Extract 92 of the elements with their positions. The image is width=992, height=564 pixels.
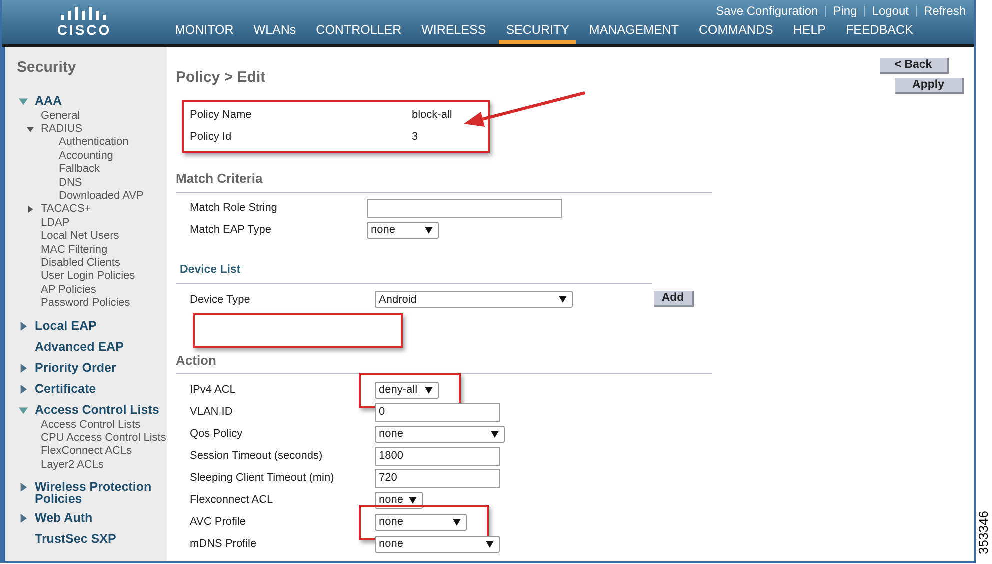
caret-down-icon xyxy=(453,518,461,526)
header-link[interactable]: Ping xyxy=(833,2,858,20)
sidebar-item[interactable]: Wireless Protection Policies xyxy=(35,480,167,506)
dropdown[interactable]: none xyxy=(375,536,500,553)
input-field[interactable]: 720 xyxy=(375,468,500,488)
sidebar-item[interactable]: Access Control Lists xyxy=(35,402,160,416)
section-heading: Action xyxy=(176,352,218,370)
field-label: IPv4 ACL xyxy=(190,383,237,398)
caret-right-icon[interactable] xyxy=(19,514,28,524)
caret-down-icon xyxy=(425,227,433,234)
nav-tab[interactable]: MONITOR xyxy=(168,23,241,44)
sidebar-item[interactable]: Layer2 ACLs xyxy=(41,458,104,472)
sidebar-item[interactable]: Disabled Clients xyxy=(41,256,120,270)
sidebar-item[interactable]: Downloaded AVP xyxy=(59,190,144,204)
page-title: Policy > Edit xyxy=(176,68,266,88)
dropdown[interactable]: none xyxy=(375,426,505,443)
caret-down-icon[interactable] xyxy=(19,406,28,415)
field-label: AVC Profile xyxy=(190,515,248,530)
field-label: Device Type xyxy=(190,292,252,308)
sidebar-item[interactable]: User Login Policies xyxy=(41,270,136,284)
caret-down-icon xyxy=(559,296,567,304)
sidebar-item[interactable]: Local EAP xyxy=(35,318,97,332)
caret-down-icon xyxy=(409,496,417,504)
add-button[interactable]: Add xyxy=(654,290,694,306)
sidebar-item[interactable]: Priority Order xyxy=(35,360,116,374)
caret-right-icon[interactable] xyxy=(19,364,28,373)
logo-text: CISCO xyxy=(57,22,112,38)
field-label: VLAN ID xyxy=(190,405,234,420)
nav-tab[interactable]: WLANs xyxy=(246,23,304,44)
nav-tab[interactable]: COMMANDS xyxy=(692,23,780,44)
dropdown[interactable]: deny-all xyxy=(375,382,439,399)
input-field[interactable] xyxy=(367,199,562,218)
caret-right-icon[interactable] xyxy=(27,206,34,214)
sidebar-item[interactable]: AP Policies xyxy=(41,284,96,298)
dropdown[interactable]: none xyxy=(367,222,439,239)
nav-tab[interactable]: FEEDBACK xyxy=(838,23,920,44)
header-link[interactable]: Refresh xyxy=(924,2,966,20)
caret-right-icon[interactable] xyxy=(19,322,28,331)
field-label: Session Timeout (seconds) xyxy=(190,449,324,464)
dropdown[interactable]: none xyxy=(375,514,467,531)
back-button[interactable]: < Back xyxy=(880,58,949,74)
caret-down-icon xyxy=(491,430,499,438)
field-label: Qos Policy xyxy=(190,427,244,442)
caret-down-icon[interactable] xyxy=(19,96,28,106)
sidebar-item[interactable]: Password Policies xyxy=(41,297,130,311)
sidebar-item[interactable]: General xyxy=(41,110,80,123)
field-label: mDNS Profile xyxy=(190,537,258,552)
nav-tab[interactable]: MANAGEMENT xyxy=(582,23,686,44)
dropdown[interactable]: Android xyxy=(375,291,573,308)
figure-number: 353346 xyxy=(975,510,992,554)
header-link[interactable]: Logout xyxy=(872,2,909,20)
section-heading: Match Criteria xyxy=(176,170,264,188)
field-label: Policy Id xyxy=(190,130,233,145)
input-field[interactable]: 1800 xyxy=(375,446,500,466)
apply-button[interactable]: Apply xyxy=(895,78,964,94)
sidebar-item[interactable]: Advanced EAP xyxy=(35,340,124,353)
sidebar-item[interactable]: Access Control Lists xyxy=(41,418,141,432)
sidebar-item[interactable]: Accounting xyxy=(59,150,114,164)
field-label: Match EAP Type xyxy=(190,223,273,238)
input-field[interactable]: 0 xyxy=(375,402,500,422)
caret-right-icon[interactable] xyxy=(19,483,28,492)
sidebar-title: Security xyxy=(16,58,78,78)
nav-tab[interactable]: HELP xyxy=(786,23,833,44)
field-label: Sleeping Client Timeout (min) xyxy=(190,471,336,486)
field-value: 3 xyxy=(412,130,418,145)
nav-tab[interactable]: SECURITY xyxy=(499,23,576,44)
sidebar-item[interactable]: TACACS+ xyxy=(41,203,92,217)
sidebar-item[interactable]: CPU Access Control Lists xyxy=(41,432,166,446)
sidebar-item[interactable]: Certificate xyxy=(35,382,96,395)
sidebar-item[interactable]: FlexConnect ACLs xyxy=(41,445,132,459)
sidebar-item[interactable]: Local Net Users xyxy=(41,230,120,244)
sidebar-item[interactable]: DNS xyxy=(59,176,82,190)
header-link[interactable]: Save Configuration xyxy=(716,2,818,20)
field-label: Flexconnect ACL xyxy=(190,493,274,508)
sidebar-item[interactable]: Web Auth xyxy=(35,511,93,524)
caret-down-icon xyxy=(425,386,433,394)
field-label: Policy Name xyxy=(190,108,253,123)
field-label: Match Role String xyxy=(190,201,278,216)
sidebar-item[interactable]: AAA xyxy=(35,94,62,106)
section-heading: Device List xyxy=(179,262,242,278)
nav-tab[interactable]: WIRELESS xyxy=(414,23,494,44)
sidebar-item[interactable]: Fallback xyxy=(59,163,100,177)
caret-down-icon xyxy=(486,540,494,548)
sidebar-item[interactable]: MAC Filtering xyxy=(41,244,108,257)
sidebar-item[interactable]: LDAP xyxy=(41,216,70,230)
sidebar-item[interactable]: Authentication xyxy=(59,136,129,150)
sidebar-item[interactable]: RADIUS xyxy=(41,122,83,136)
nav-tab[interactable]: CONTROLLER xyxy=(309,23,409,44)
caret-down-icon[interactable] xyxy=(27,126,34,133)
caret-right-icon[interactable] xyxy=(19,384,28,394)
field-value: block-all xyxy=(412,108,452,123)
sidebar-item[interactable]: TrustSec SXP xyxy=(35,532,116,546)
